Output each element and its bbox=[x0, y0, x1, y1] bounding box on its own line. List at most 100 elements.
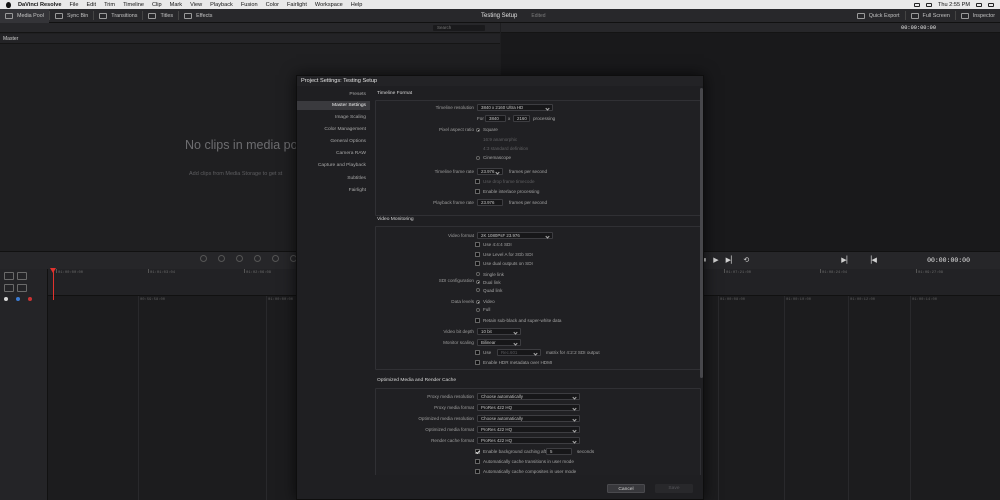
pixel-aspect-square[interactable]: Square bbox=[483, 127, 498, 132]
matrix-dropdown[interactable]: Rec.601 bbox=[497, 349, 541, 356]
sync-bin-button[interactable]: Sync Bin bbox=[50, 9, 93, 23]
titles-button[interactable]: Titles bbox=[143, 9, 178, 23]
proxy-res-dropdown[interactable]: Choose automatically bbox=[477, 393, 580, 400]
pixel-aspect-cinemascope[interactable]: Cinemascope bbox=[483, 155, 511, 160]
save-button[interactable]: Save bbox=[655, 484, 693, 493]
next-clip-icon[interactable]: ▶▏ bbox=[726, 256, 737, 264]
inspector-button[interactable]: Inspector bbox=[956, 9, 1000, 23]
menu-file[interactable]: File bbox=[69, 2, 78, 8]
settings-scrollbar[interactable] bbox=[700, 88, 703, 378]
battery-icon[interactable] bbox=[913, 2, 920, 7]
render-cache-dropdown[interactable]: ProRes 422 HQ bbox=[477, 437, 580, 444]
video-format-dropdown[interactable]: 2K 1080PsF 23.976 bbox=[477, 232, 553, 239]
nav-master-settings[interactable]: Master Settings bbox=[297, 101, 370, 110]
auto-cache-composites-checkbox[interactable] bbox=[475, 469, 480, 474]
bit-depth-dropdown[interactable]: 10 bit bbox=[477, 328, 521, 335]
data-levels-video-radio[interactable] bbox=[476, 300, 480, 304]
timeline-width-input[interactable]: 3840 bbox=[485, 115, 506, 122]
use-matrix-checkbox[interactable] bbox=[475, 350, 480, 355]
bg-caching-checkbox[interactable] bbox=[475, 449, 480, 454]
hdr-metadata-checkbox[interactable] bbox=[475, 360, 480, 365]
monitor-scaling-dropdown[interactable]: Bilinear bbox=[477, 339, 521, 346]
nav-capture-and-playback[interactable]: Capture and Playback bbox=[318, 161, 366, 170]
auto-cache-transitions-checkbox[interactable] bbox=[475, 459, 480, 464]
menu-workspace[interactable]: Workspace bbox=[315, 2, 343, 8]
optimized-res-dropdown[interactable]: Choose automatically bbox=[477, 415, 580, 422]
sdi-dual-radio[interactable] bbox=[476, 280, 480, 284]
menu-playback[interactable]: Playback bbox=[210, 2, 233, 8]
menu-view[interactable]: View bbox=[190, 2, 202, 8]
playhead-handle[interactable] bbox=[50, 268, 56, 273]
bin-master[interactable]: Master bbox=[0, 34, 500, 44]
nav-presets[interactable]: Presets bbox=[349, 90, 366, 99]
menu-mark[interactable]: Mark bbox=[170, 2, 182, 8]
tool-icon[interactable] bbox=[236, 255, 243, 262]
nav-subtitles[interactable]: Subtitles bbox=[347, 174, 366, 183]
pixel-aspect-square-radio[interactable] bbox=[476, 128, 480, 132]
proxy-format-dropdown[interactable]: ProRes 422 HQ bbox=[477, 404, 580, 411]
track-height-icon[interactable] bbox=[17, 272, 27, 280]
tool-icon[interactable] bbox=[272, 255, 279, 262]
nav-color-management[interactable]: Color Management bbox=[324, 125, 366, 134]
menu-davinci-resolve[interactable]: DaVinci Resolve bbox=[18, 2, 61, 8]
retain-sub-checkbox[interactable] bbox=[475, 318, 480, 323]
timeline-framerate-dropdown[interactable]: 23.976 bbox=[477, 168, 503, 175]
lock-icon[interactable] bbox=[16, 297, 20, 301]
sdi-single-radio[interactable] bbox=[476, 272, 480, 276]
nav-image-scaling[interactable]: Image Scaling bbox=[335, 113, 366, 122]
nav-general-options[interactable]: General Options bbox=[330, 137, 366, 146]
nav-camera-raw[interactable]: Camera RAW bbox=[336, 149, 366, 158]
apple-icon[interactable] bbox=[5, 1, 12, 8]
playback-framerate-input[interactable]: 23.976 bbox=[477, 199, 503, 206]
sdi-single-link[interactable]: Single link bbox=[483, 272, 504, 277]
play-icon[interactable]: ▶ bbox=[713, 256, 718, 264]
tool-icon[interactable] bbox=[200, 255, 207, 262]
track-options-icon[interactable] bbox=[4, 284, 14, 292]
menu-trim[interactable]: Trim bbox=[104, 2, 115, 8]
snap-icon[interactable] bbox=[4, 297, 8, 301]
cancel-button[interactable]: Cancel bbox=[607, 484, 645, 493]
data-levels-full[interactable]: Full bbox=[483, 307, 490, 312]
tool-icon[interactable] bbox=[254, 255, 261, 262]
menu-clip[interactable]: Clip bbox=[152, 2, 162, 8]
full-screen-button[interactable]: Full Screen bbox=[906, 9, 955, 23]
media-pool-button[interactable]: Media Pool bbox=[0, 8, 49, 23]
next-edit-icon[interactable]: ▶▏ bbox=[841, 256, 852, 264]
menu-fairlight[interactable]: Fairlight bbox=[287, 2, 307, 8]
playhead[interactable] bbox=[53, 269, 54, 300]
sdi-quad-link[interactable]: Quad link bbox=[483, 288, 502, 293]
prev-edit-icon[interactable]: ▕◀ bbox=[866, 256, 877, 264]
menu-edit[interactable]: Edit bbox=[86, 2, 96, 8]
interlace-checkbox[interactable] bbox=[475, 189, 480, 194]
sdi-quad-radio[interactable] bbox=[476, 288, 480, 292]
effects-button[interactable]: Effects bbox=[179, 9, 217, 23]
media-search-input[interactable]: Search bbox=[433, 25, 485, 31]
timeline-height-input[interactable]: 2160 bbox=[513, 115, 530, 122]
menu-timeline[interactable]: Timeline bbox=[123, 2, 144, 8]
transitions-button[interactable]: Transitions bbox=[94, 9, 142, 23]
data-levels-full-radio[interactable] bbox=[476, 308, 480, 312]
menu-fusion[interactable]: Fusion bbox=[241, 2, 258, 8]
control-center-icon[interactable] bbox=[988, 2, 994, 7]
wifi-icon[interactable] bbox=[925, 2, 932, 7]
use-dual-checkbox[interactable] bbox=[475, 261, 480, 266]
search-icon[interactable] bbox=[976, 2, 982, 7]
nav-fairlight[interactable]: Fairlight bbox=[349, 186, 366, 195]
menu-help[interactable]: Help bbox=[351, 2, 363, 8]
timeline-resolution-dropdown[interactable]: 3840 x 2160 Ultra HD bbox=[477, 104, 553, 111]
menubar-clock[interactable]: Thu 2:55 PM bbox=[938, 2, 970, 8]
sdi-dual-link[interactable]: Dual link bbox=[483, 280, 501, 285]
use-level-a-checkbox[interactable] bbox=[475, 252, 480, 257]
track-link-icon[interactable] bbox=[17, 284, 27, 292]
pixel-aspect-cinemascope-radio[interactable] bbox=[476, 156, 480, 160]
menu-color[interactable]: Color bbox=[266, 2, 279, 8]
quick-export-button[interactable]: Quick Export bbox=[852, 9, 905, 23]
timeline-view-icon[interactable] bbox=[4, 272, 14, 280]
use-444-checkbox[interactable] bbox=[475, 242, 480, 247]
optimized-format-dropdown[interactable]: ProRes 422 HQ bbox=[477, 426, 580, 433]
tool-icon[interactable] bbox=[218, 255, 225, 262]
loop-icon[interactable]: ⟲ bbox=[743, 256, 749, 264]
bg-caching-seconds-input[interactable]: 5 bbox=[546, 448, 572, 455]
flag-icon[interactable] bbox=[28, 297, 32, 301]
data-levels-video[interactable]: Video bbox=[483, 299, 495, 304]
